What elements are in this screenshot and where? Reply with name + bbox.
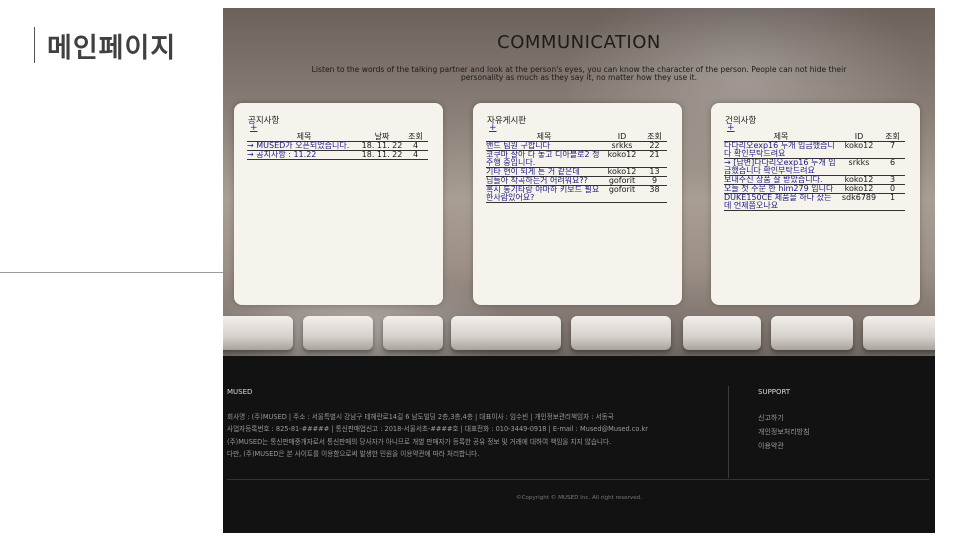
support-title: SUPPORT [758,388,791,396]
table-row[interactable]: 다다리오exp16 두개 입금했습니다 확인부탁드려요 koko12 7 [724,142,905,159]
table-row[interactable]: DUKE150CE 제품을 하나 샀는데 언제쯤오나요 sdk6789 1 [724,194,905,211]
site-footer: MUSED 회사명 : (주)MUSED | 주소 : 서울특별시 강남구 테헤… [223,356,935,533]
notice-table: 제목 날짜 조회 → MUSED가 오픈되었습니다. 18. 11. 22 4 … [247,132,428,160]
notice-card: 공지사항 + 제목 날짜 조회 → MUSED가 오픈되었습니다. 18. 11… [234,103,443,305]
footer-brand: MUSED [227,388,253,396]
post-author: koko12 [607,150,637,159]
hero-subtitle: Listen to the words of the talking partn… [311,65,847,82]
support-links: 신고하기 개인정보처리방침 이용약관 [758,411,810,453]
post-title-link[interactable]: DUKE150CE 제품을 하나 샀는데 언제쯤오나요 [724,194,838,211]
company-info-line: (주)MUSED는 통신판매중개자로서 통신판매의 당사자가 아니므로 개별 판… [227,437,612,446]
company-info: 회사명 : (주)MUSED | 주소 : 서울특별시 강남구 테헤란로14길 … [227,411,648,461]
post-title-link[interactable]: 코쿠마 살아 다 놓고 디아블로2 정주행 중입니다. [486,151,602,168]
post-author: koko12 [844,141,874,150]
slide-divider [0,272,223,273]
post-views: 4 [412,150,419,159]
company-info-line: 회사명 : (주)MUSED | 주소 : 서울특별시 강남구 테헤란로14길 … [227,413,614,421]
privacy-policy-link[interactable]: 개인정보처리방침 [758,425,810,439]
table-row[interactable]: → [답변]다다리오exp16 두개 입금했습니다 확인부탁드려요 srkks … [724,159,905,176]
freeboard-table: 제목 ID 조회 밴드 팀원 구합니다 srkks 22 코쿠마 살아 다 놓고… [486,132,667,203]
post-title-link[interactable]: → [답변]다다리오exp16 두개 입금했습니다 확인부탁드려요 [724,159,838,176]
post-views: 1 [889,193,896,202]
post-author: srkks [848,158,870,167]
table-row[interactable]: 코쿠마 살아 다 놓고 디아블로2 정주행 중입니다. koko12 21 [486,151,667,168]
terms-link[interactable]: 이용약관 [758,439,810,453]
post-title-link[interactable]: 혹시 통기타랑 야마하 키보드 필요한사람있어요? [486,186,602,203]
company-info-line: 사업자등록번호 : 825-81-##### | 통신판매업신고 : 2018-… [227,425,648,434]
website-screenshot: COMMUNICATION Listen to the words of the… [223,8,935,533]
hero-section: COMMUNICATION Listen to the words of the… [223,8,935,356]
hero-title: COMMUNICATION [497,32,661,53]
table-row[interactable]: 혹시 통기타랑 야마하 키보드 필요한사람있어요? goforit 38 [486,186,667,203]
table-row[interactable]: → 공지사항 : 11.22 18. 11. 22 4 [247,151,428,160]
post-date: 18. 11. 22 [361,150,403,159]
suggest-table: 제목 ID 조회 다다리오exp16 두개 입금했습니다 확인부탁드려요 kok… [724,132,905,211]
freeboard-card: 자유게시판 + 제목 ID 조회 밴드 팀원 구합니다 srkks 22 코쿠마 [473,103,682,305]
post-views: 7 [889,141,896,150]
post-views: 21 [649,150,660,159]
slide-title: 메인페이지 [47,33,177,64]
keyboard-background [223,316,935,356]
report-link[interactable]: 신고하기 [758,411,810,425]
post-author: goforit [608,185,636,194]
post-views: 38 [649,185,660,194]
company-info-line: 다만, (주)MUSED은 본 사이트를 이용함으로써 발생한 민원을 이용약관… [227,450,480,459]
footer-rule [227,479,929,480]
post-author: sdk6789 [841,193,877,202]
post-views: 6 [889,158,896,167]
post-title-link[interactable]: 다다리오exp16 두개 입금했습니다 확인부탁드려요 [724,142,838,159]
copyright: ©Copyright © MUSED Inc. All right reserv… [516,495,642,501]
post-title-link[interactable]: → 공지사항 : 11.22 [247,151,361,160]
footer-divider [728,386,729,478]
title-accent-bar [34,27,35,63]
suggest-card: 건의사항 + 제목 ID 조회 다다리오exp16 두개 입금했습니다 확인부탁… [711,103,920,305]
